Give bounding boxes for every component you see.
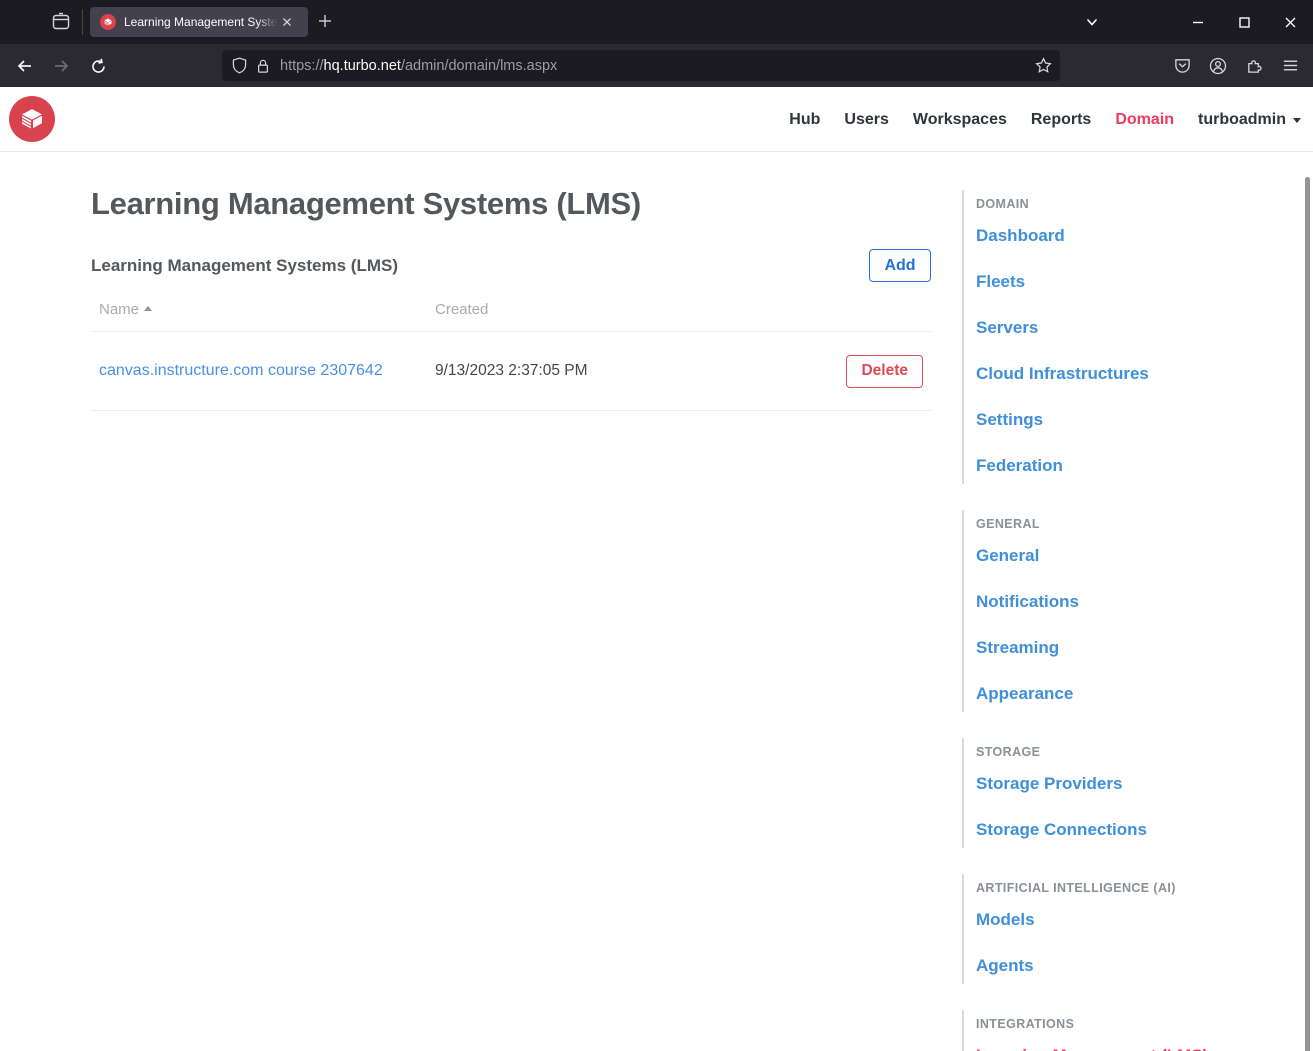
nav-item-users[interactable]: Users [844,111,888,129]
created-timestamp: 9/13/2023 2:37:05 PM [435,362,846,380]
close-window-icon[interactable] [1267,0,1313,44]
bookmark-star-icon[interactable] [1035,57,1052,74]
sidebar-item-streaming[interactable]: Streaming [976,638,1252,658]
sidebar-item-learning-management-lms[interactable]: Learning Management (LMS) [976,1046,1252,1051]
section-title: GENERAL [976,517,1252,531]
sidebar-item-cloud-infrastructures[interactable]: Cloud Infrastructures [976,364,1252,384]
browser-tab[interactable]: Learning Management Systems [90,7,308,37]
add-button[interactable]: Add [869,249,931,282]
shield-icon[interactable] [232,57,247,74]
tab-bar: Learning Management Systems [0,0,1313,44]
new-tab-icon[interactable] [316,12,334,30]
lock-icon [256,58,270,74]
sidebar-item-agents[interactable]: Agents [976,956,1252,976]
sidebar-item-fleets[interactable]: Fleets [976,272,1252,292]
settings-sidebar: DOMAIN Dashboard Fleets Servers Cloud In… [962,153,1252,1051]
section-title: STORAGE [976,745,1252,759]
extensions-puzzle-icon[interactable] [1236,48,1272,84]
sidebar-item-dashboard[interactable]: Dashboard [976,226,1252,246]
tab-title: Learning Management Systems [124,15,278,29]
table-row: canvas.instructure.com course 2307642 9/… [91,332,931,411]
url-bar[interactable]: https://hq.turbo.net/admin/domain/lms.as… [222,50,1060,81]
user-menu[interactable]: turboadmin [1198,111,1301,129]
sidebar-item-notifications[interactable]: Notifications [976,592,1252,612]
site-header: Hub Users Workspaces Reports Domain turb… [0,87,1313,152]
nav-item-hub[interactable]: Hub [789,111,820,129]
tab-separator [82,9,83,35]
sidebar-item-models[interactable]: Models [976,910,1252,930]
main-content: Learning Management Systems (LMS) Learni… [91,153,931,411]
sidebar-item-federation[interactable]: Federation [976,456,1252,476]
firefox-view-icon[interactable] [48,10,74,34]
browser-chrome: Learning Management Systems [0,0,1313,87]
tab-favicon [100,14,116,30]
account-icon[interactable] [1200,48,1236,84]
url-text[interactable]: https://hq.turbo.net/admin/domain/lms.as… [280,58,1035,74]
sidebar-section-ai: ARTIFICIAL INTELLIGENCE (AI) Models Agen… [962,874,1252,984]
table-header: Name Created [91,282,931,332]
page-title: Learning Management Systems (LMS) [91,186,931,222]
reload-icon[interactable] [85,53,111,79]
panel-title: Learning Management Systems (LMS) [91,256,398,276]
nav-item-reports[interactable]: Reports [1031,111,1091,129]
panel-header: Learning Management Systems (LMS) Add [91,249,931,282]
sidebar-item-appearance[interactable]: Appearance [976,684,1252,704]
sidebar-item-servers[interactable]: Servers [976,318,1252,338]
navigation-toolbar: https://hq.turbo.net/admin/domain/lms.as… [0,44,1313,87]
lms-item-link[interactable]: canvas.instructure.com course 2307642 [99,362,383,379]
sidebar-section-general: GENERAL General Notifications Streaming … [962,510,1252,712]
column-header-name[interactable]: Name [99,301,435,318]
maximize-icon[interactable] [1221,0,1267,44]
section-title: ARTIFICIAL INTELLIGENCE (AI) [976,881,1252,895]
column-header-created[interactable]: Created [435,301,488,318]
page: Hub Users Workspaces Reports Domain turb… [0,87,1313,1051]
forward-icon[interactable] [48,53,74,79]
tab-close-icon[interactable] [280,15,294,29]
sidebar-item-settings[interactable]: Settings [976,410,1252,430]
section-title: DOMAIN [976,197,1252,211]
page-scrollbar[interactable] [1305,177,1310,1051]
minimize-icon[interactable] [1175,0,1221,44]
pocket-icon[interactable] [1164,48,1200,84]
sidebar-item-general[interactable]: General [976,546,1252,566]
sidebar-item-storage-connections[interactable]: Storage Connections [976,820,1252,840]
section-title: INTEGRATIONS [976,1017,1252,1031]
turbo-logo-icon[interactable] [9,96,55,142]
user-menu-label: turboadmin [1198,111,1286,129]
top-navigation: Hub Users Workspaces Reports Domain turb… [789,87,1301,152]
window-controls [1069,0,1313,44]
sort-ascending-icon [144,306,152,311]
chevron-down-icon [1293,118,1301,123]
sidebar-section-domain: DOMAIN Dashboard Fleets Servers Cloud In… [962,190,1252,484]
delete-button[interactable]: Delete [846,355,923,388]
sidebar-section-storage: STORAGE Storage Providers Storage Connec… [962,738,1252,848]
list-tabs-chevron-icon[interactable] [1069,0,1115,44]
sidebar-section-integrations: INTEGRATIONS Learning Management (LMS) [962,1010,1252,1051]
sidebar-item-storage-providers[interactable]: Storage Providers [976,774,1252,794]
nav-item-workspaces[interactable]: Workspaces [913,111,1007,129]
nav-item-domain[interactable]: Domain [1115,111,1174,129]
toolbar-right-icons [1164,44,1308,87]
menu-hamburger-icon[interactable] [1272,48,1308,84]
back-icon[interactable] [12,53,38,79]
